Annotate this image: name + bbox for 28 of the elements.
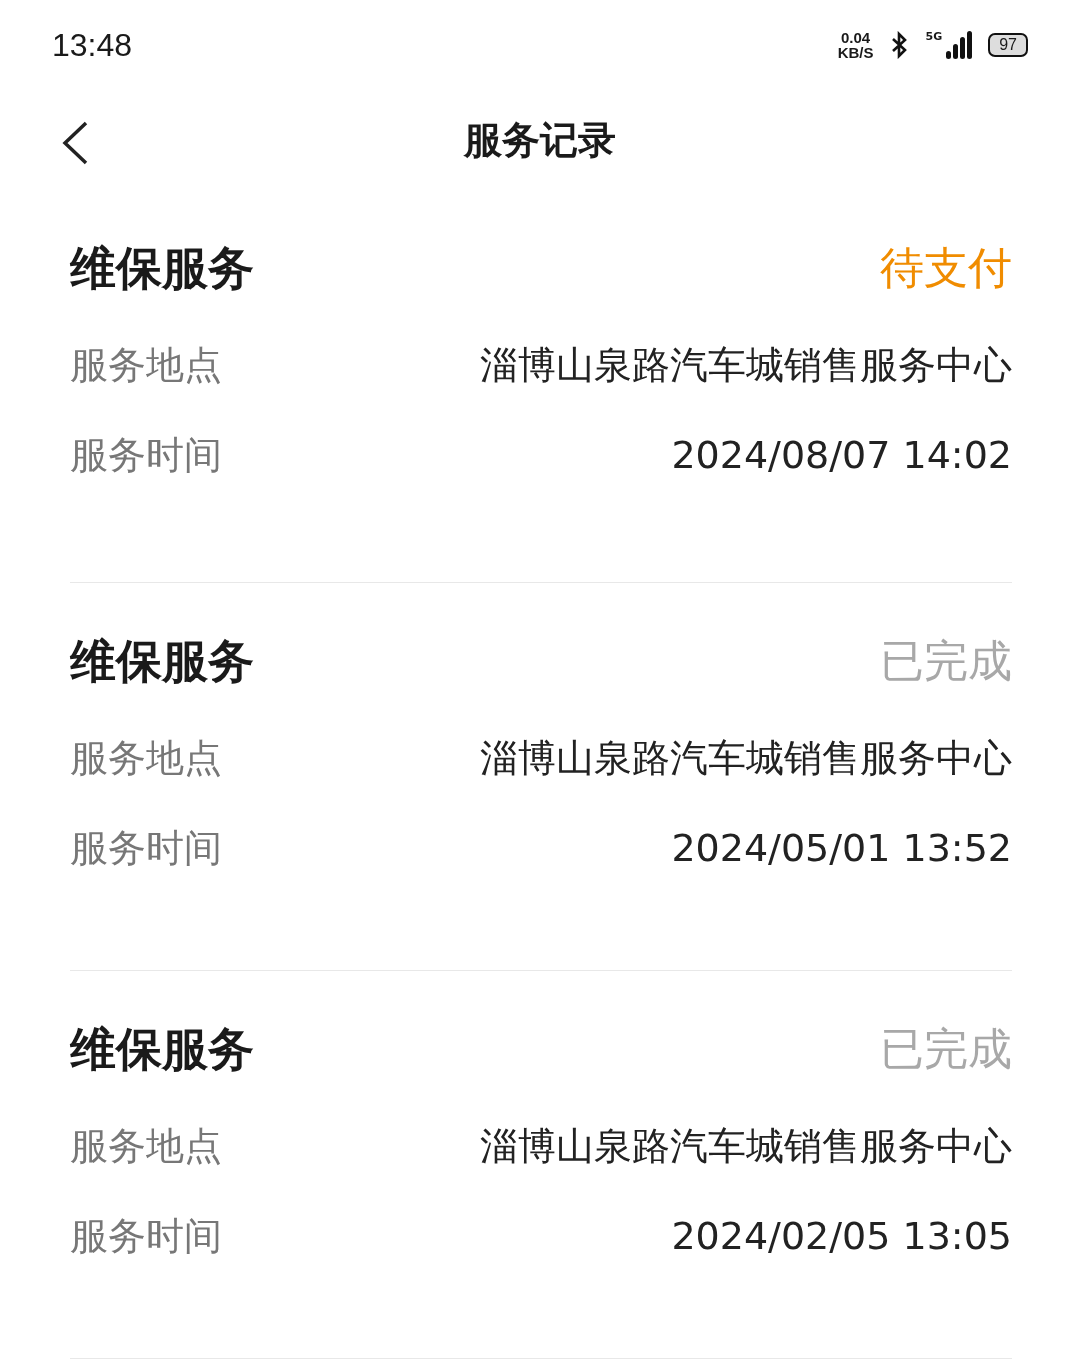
time-value: 2024/08/07 14:02 [671,431,1012,479]
record-card[interactable]: 维保服务 已完成 服务地点 淄博山泉路汽车城销售服务中心 服务时间 2024/02/05 13:05 [70,971,1012,1359]
field-label: 服务时间 [70,1212,222,1260]
field-label: 服务地点 [70,734,222,782]
time-value: 2024/05/01 13:52 [671,824,1012,872]
record-title: 维保服务 [70,245,254,291]
field-label: 服务地点 [70,1122,222,1170]
location-value: 淄博山泉路汽车城销售服务中心 [480,341,1012,389]
field-label: 服务地点 [70,341,222,389]
status-label: 已完成 [880,639,1012,683]
network-type: 5G [925,31,943,42]
network-speed-unit: KB/S [837,45,874,60]
battery-level: 97 [988,33,1028,57]
record-card[interactable]: 维保服务 已完成 服务地点 淄博山泉路汽车城销售服务中心 服务时间 2024/05/01 13:52 [70,583,1012,971]
field-label: 服务时间 [70,431,222,479]
status-label: 待支付 [880,246,1012,290]
location-value: 淄博山泉路汽车城销售服务中心 [480,1122,1012,1170]
network-speed-value: 0.04 [840,30,872,45]
record-title: 维保服务 [70,1026,254,1072]
signal-icon [946,31,973,59]
record-card[interactable]: 维保服务 待支付 服务地点 淄博山泉路汽车城销售服务中心 服务时间 2024/08/07 14:02 [70,190,1012,583]
clock-time: 13:48 [52,26,133,65]
page-title: 服务记录 [464,116,616,164]
location-value: 淄博山泉路汽车城销售服务中心 [480,734,1012,782]
field-label: 服务时间 [70,824,222,872]
time-value: 2024/02/05 13:05 [671,1212,1012,1260]
status-label: 已完成 [880,1027,1012,1071]
record-title: 维保服务 [70,638,254,684]
